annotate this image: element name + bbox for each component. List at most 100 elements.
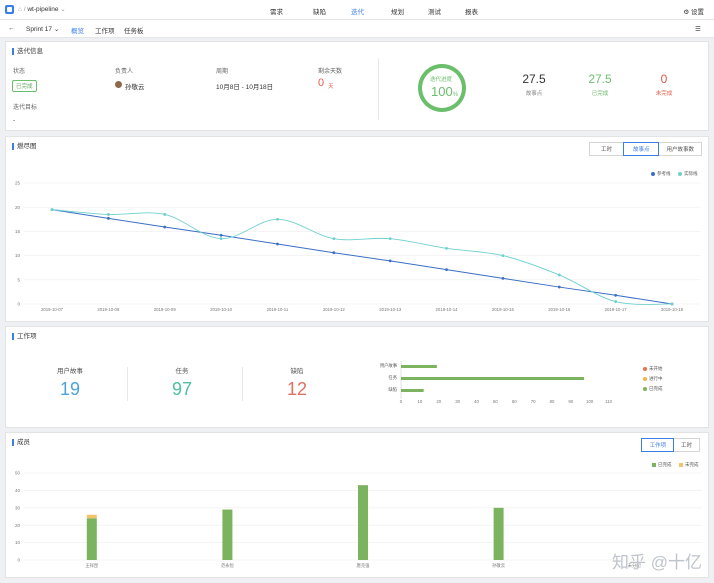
nav-item-planning[interactable]: 规划 [391,6,404,16]
members-card: 成员 工作项 工时 已完成 未完成 0 10 20 30 40 50 王祥昆 范永恒 唐克强 孙敬… [5,432,709,578]
reference-point [106,216,110,220]
nav-item-requirements[interactable]: 需求 [270,6,283,16]
reference-point [557,285,561,289]
x-tick-label: 2019-10-15 [492,307,515,312]
nav-item-testing[interactable]: 测试 [428,6,441,16]
y-tick-label: 15 [15,229,21,234]
nav-item-reports[interactable]: 报表 [465,6,478,16]
stat-label: 已完成 [591,91,609,97]
period-value: 10月8日 - 10月18日 [216,84,274,91]
back-arrow-icon[interactable]: ← [8,25,15,32]
actual-point [388,237,392,241]
y-tick-label: 25 [15,181,21,186]
x-tick-label: 2019-10-10 [210,307,233,312]
stat-value: 27.5 [588,72,612,86]
y-tick-label: 20 [15,205,21,210]
bar [493,507,504,560]
legend-label: 未开始 [649,366,663,371]
stat-label: 故事点 [525,91,543,97]
x-tick-label: 唐克强 [357,562,371,569]
reference-point [332,251,336,255]
bar [222,509,233,560]
sprint-selector[interactable]: Sprint 17 ⌄ [26,25,59,33]
stat-story-points: 27.5 故事点 [509,72,559,97]
actual-point [219,237,223,241]
x-tick-label: 10 [417,399,422,404]
y-tick-label: 10 [15,540,21,545]
category-label: 任务 [388,374,397,381]
remaining-days-label: 剩余天数 [318,69,343,75]
tab-task-board[interactable]: 任务板 [124,25,144,35]
project-logo-icon[interactable] [5,5,14,14]
bar [401,377,585,380]
x-tick-label: 60 [512,399,517,404]
bar [86,518,97,560]
owner-label: 负责人 [115,69,134,75]
top-bar: ⌂ / wt-pipeline ⌄ 需求 缺陷 迭代 规划 测试 报表 ⚙ 设置 [0,0,714,20]
actual-point [445,246,448,250]
stat-value: 27.5 [522,72,546,86]
period-label: 周期 [216,69,229,75]
card-title: 迭代信息 [12,48,43,55]
x-tick-label: 20 [436,399,441,404]
burndown-chart: 0 5 10 15 20 25 2019-10-07 2019-10-08 2019-10-09… [15,181,700,312]
x-tick-label: 2019-10-13 [379,307,402,312]
progress-value: 100 [431,84,453,99]
y-tick-label: 20 [15,523,21,528]
remaining-days-value: 0 [318,77,325,89]
list-icon[interactable]: ☰ [695,25,701,33]
tab-work-items[interactable]: 工作项 [641,438,674,452]
members-chart: 01020304050王祥昆 范永恒 唐克强 孙敬云 未分配 [15,471,702,569]
nav-item-defects[interactable]: 缺陷 [313,6,326,16]
tab-story-points[interactable]: 故事点 [622,142,660,156]
x-tick-label: 2019-10-11 [267,307,289,312]
bar [401,389,424,392]
x-tick-label: 2019-10-09 [154,307,177,312]
x-tick-label: 2019-10-18 [661,307,684,312]
legend-completed: 已完成 [643,386,663,392]
y-tick-label: 50 [15,471,21,476]
y-tick-label: 0 [17,302,20,307]
burndown-card: 燃尽图 工时 故事点 用户故事数 参考线 实际线 0 5 10 15 20 25 2019-… [5,136,709,322]
avatar [115,81,122,88]
project-switcher[interactable]: ⌂ / wt-pipeline ⌄ [18,5,66,13]
gear-icon: ⚙ [683,9,690,16]
x-tick-label: 2019-10-07 [41,307,64,312]
legend-label: 已完成 [649,386,663,391]
goal-value: - [13,117,16,124]
watermark: 知乎 @十亿 [612,553,702,572]
actual-point [50,208,54,212]
category-label: 缺陷 [388,386,397,393]
settings-label: 设置 [691,9,704,16]
x-tick-label: 40 [474,399,479,404]
remaining-days-unit: 天 [328,84,334,90]
reference-point [614,293,618,297]
x-tick-label: 70 [531,399,536,404]
nav-item-iteration[interactable]: 迭代 [351,6,364,16]
actual-point [276,217,279,221]
x-tick-label: 110 [605,399,612,404]
tab-overview[interactable]: 概览 [71,25,84,35]
legend-not-started: 未开始 [643,366,663,372]
x-tick-label: 30 [455,399,460,404]
reference-point [219,233,223,237]
bar [401,365,437,368]
x-tick-label: 范永恒 [221,562,235,569]
status-label: 状态 [13,69,26,75]
chevron-down-icon: ⌄ [53,26,60,33]
reference-point [163,225,167,229]
sprint-name: Sprint 17 [26,26,53,33]
x-tick-label: 2019-10-17 [605,307,628,312]
settings-button[interactable]: ⚙ 设置 [683,6,704,16]
y-tick-label: 30 [15,505,21,510]
category-label: 用户故事 [380,362,398,369]
actual-point [501,254,505,257]
progress-value-wrap: 100% [431,84,458,99]
actual-point [557,273,561,277]
bar [86,514,97,519]
y-tick-label: 40 [15,488,21,493]
iteration-info-card: 迭代信息 状态 已完成 负责人 孙敬云 周期 10月8日 - 10月18日 剩余… [5,41,709,131]
legend-label: 进行中 [649,376,663,381]
bar [358,485,368,560]
tab-work-items[interactable]: 工作项 [95,25,115,35]
